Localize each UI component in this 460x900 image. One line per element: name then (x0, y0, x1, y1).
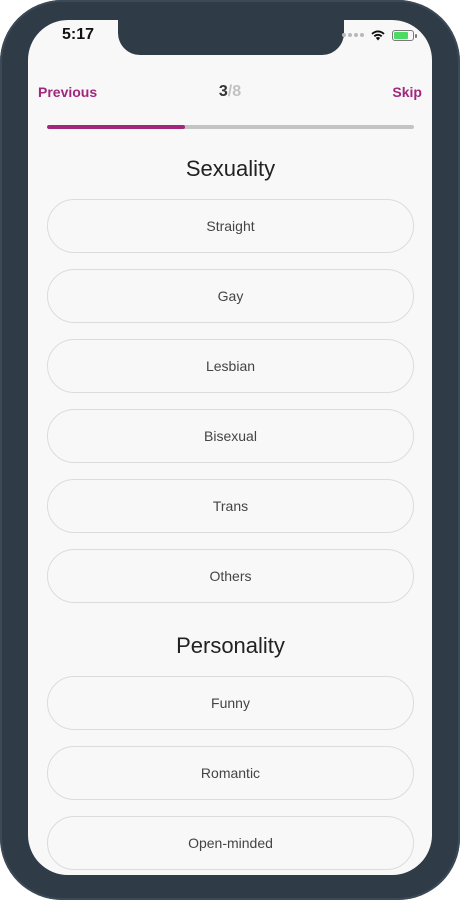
section-title-sexuality: Sexuality (185, 156, 276, 181)
progress-bar-fill (47, 125, 185, 129)
status-icons (342, 29, 417, 41)
option-gay[interactable]: Gay (47, 269, 414, 323)
device-frame: 5:17 Previous 3/8 Skip Sexuality Straigh… (0, 0, 460, 900)
option-straight[interactable]: Straight (47, 199, 414, 253)
skip-button[interactable]: Skip (392, 84, 422, 100)
option-others[interactable]: Others (47, 549, 414, 603)
progress-bar (47, 125, 414, 129)
section-title-personality: Personality (176, 633, 285, 658)
question-list: Sexuality Straight Gay Lesbian Bisexual … (47, 150, 414, 875)
step-indicator: 3/8 (28, 83, 432, 101)
step-current: 3 (218, 83, 228, 100)
device-notch (118, 20, 344, 55)
option-lesbian[interactable]: Lesbian (47, 339, 414, 393)
app-screen: 5:17 Previous 3/8 Skip Sexuality Straigh… (28, 20, 432, 875)
option-romantic[interactable]: Romantic (47, 746, 414, 800)
step-total: 8 (232, 83, 242, 100)
option-funny[interactable]: Funny (47, 676, 414, 730)
wifi-icon (371, 30, 385, 41)
option-bisexual[interactable]: Bisexual (47, 409, 414, 463)
option-open-minded[interactable]: Open-minded (47, 816, 414, 870)
signal-icon (342, 33, 364, 37)
status-time: 5:17 (62, 26, 95, 43)
option-trans[interactable]: Trans (47, 479, 414, 533)
battery-icon (392, 29, 417, 41)
